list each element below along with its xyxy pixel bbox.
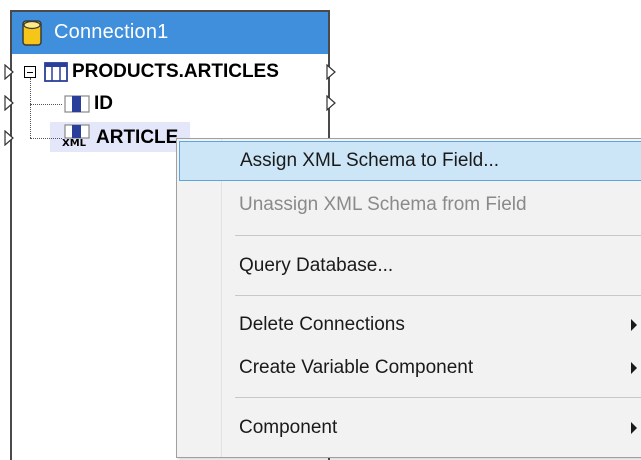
output-port-icon[interactable] — [326, 64, 336, 80]
collapse-toggle-icon[interactable] — [24, 66, 36, 78]
submenu-arrow-icon — [631, 362, 637, 374]
table-name: PRODUCTS.ARTICLES — [72, 61, 279, 82]
tree-line — [30, 138, 62, 139]
context-menu: Assign XML Schema to Field... Unassign X… — [176, 138, 641, 458]
component-title: Connection1 — [54, 21, 169, 43]
menu-separator — [235, 235, 641, 236]
field-name: ARTICLE — [96, 127, 179, 148]
menu-item-query-database[interactable]: Query Database... — [179, 246, 641, 286]
menu-item-delete-connections[interactable]: Delete Connections — [179, 305, 641, 345]
tree-row-table[interactable]: PRODUCTS.ARTICLES — [44, 57, 279, 87]
input-port-icon[interactable] — [4, 95, 14, 111]
menu-separator — [235, 295, 641, 296]
menu-item-assign-xml-schema[interactable]: Assign XML Schema to Field... — [179, 141, 641, 181]
menu-item-create-variable-component[interactable]: Create Variable Component — [179, 348, 641, 388]
tree-row-field[interactable]: ID — [64, 89, 113, 119]
component-header[interactable]: Connection1 — [12, 12, 328, 54]
output-port-icon[interactable] — [326, 95, 336, 111]
input-port-icon[interactable] — [4, 64, 14, 80]
tree-line — [30, 104, 62, 105]
input-port-icon[interactable] — [4, 130, 14, 146]
tree-line — [30, 78, 31, 138]
menu-separator — [235, 397, 641, 398]
database-icon — [22, 20, 42, 46]
menu-item-unassign-xml-schema: Unassign XML Schema from Field — [239, 194, 527, 215]
field-icon — [64, 95, 90, 113]
submenu-arrow-icon — [631, 319, 637, 331]
xml-badge: XML — [62, 138, 87, 149]
field-name: ID — [94, 93, 113, 114]
xml-field-icon: XML — [62, 124, 94, 152]
table-icon — [44, 62, 68, 82]
submenu-arrow-icon — [631, 422, 637, 434]
menu-item-component[interactable]: Component — [179, 408, 641, 448]
tree-row-field-selected[interactable]: XML ARTICLE — [62, 123, 179, 153]
